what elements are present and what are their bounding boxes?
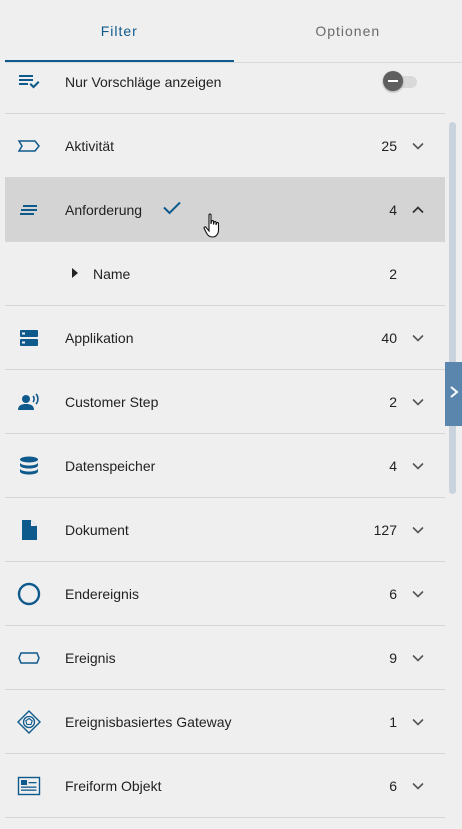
list-item-ereignis[interactable]: Ereignis 9 [5,626,445,690]
caret-right-icon[interactable] [71,265,79,283]
list-item-customer-step[interactable]: Customer Step 2 [5,370,445,434]
list-item-label: Dokument [65,521,129,538]
list-item-count: 25 [381,137,397,154]
list-item-applikation[interactable]: Applikation 40 [5,306,445,370]
scrollbar[interactable] [449,122,456,494]
database-icon [17,454,41,478]
list-item-ereignisbasiertes-gateway[interactable]: Ereignisbasiertes Gateway 1 [5,690,445,754]
list-item-count: 9 [389,649,397,666]
freeform-object-icon [17,774,41,798]
suggestions-toggle-label: Nur Vorschläge anzeigen [65,73,222,90]
chevron-down-icon[interactable] [411,715,425,729]
panel-collapse-handle[interactable] [445,362,462,426]
chevron-down-icon[interactable] [411,139,425,153]
list-item-label: Aktivität [65,137,115,154]
list-item-count: 4 [389,457,397,474]
list-item-count: 6 [389,777,397,794]
list-item-count: 2 [389,393,397,410]
activity-shape-icon [17,134,41,158]
chevron-down-icon[interactable] [411,651,425,665]
chevron-down-icon[interactable] [411,331,425,345]
list-item-label: Endereignis [65,585,139,602]
sub-item-count: 2 [389,265,397,282]
chevron-down-icon[interactable] [411,779,425,793]
chevron-down-icon[interactable] [411,523,425,537]
suggestions-toggle-row[interactable]: Nur Vorschläge anzeigen [5,50,445,114]
list-item-freiform-objekt[interactable]: Freiform Objekt 6 [5,754,445,818]
application-server-icon [17,326,41,350]
list-item-dokument[interactable]: Dokument 127 [5,498,445,562]
sub-item-label: Name [93,265,131,282]
list-item-count: 4 [389,201,397,218]
list-item-label: Customer Step [65,393,159,410]
list-item-aktivitaet[interactable]: Aktivität 25 [5,114,445,178]
list-item-label: Ereignisbasiertes Gateway [65,713,232,730]
list-item-count: 127 [373,521,397,538]
document-icon [17,518,41,542]
list-item-count: 6 [389,585,397,602]
list-item-anforderung[interactable]: Anforderung 4 [5,178,445,242]
list-item-label: Freiform Objekt [65,777,162,794]
list-item-label: Ereignis [65,649,116,666]
chevron-down-icon[interactable] [411,395,425,409]
event-shape-icon [17,646,41,670]
list-item-label: Anforderung [65,201,143,218]
end-event-circle-icon [17,582,41,606]
list-item-label: Datenspeicher [65,457,156,474]
list-item-count: 1 [389,713,397,730]
hand-cursor-icon [203,213,223,244]
suggestions-switch[interactable] [383,70,419,91]
chevron-down-icon[interactable] [411,587,425,601]
filter-list-check-icon [17,70,41,94]
chevron-right-icon [449,385,459,404]
list-item-endereignis[interactable]: Endereignis 6 [5,562,445,626]
list-item-count: 40 [381,329,397,346]
sub-item-name[interactable]: Name 2 [5,242,445,306]
list-item-label: Applikation [65,329,134,346]
lines-icon [17,198,41,222]
chevron-down-icon[interactable] [411,459,425,473]
event-gateway-icon [17,709,41,734]
chevron-up-icon[interactable] [411,203,425,217]
checkmark-icon [161,196,183,223]
speaking-person-icon [17,390,41,414]
list-item-datenspeicher[interactable]: Datenspeicher 4 [5,434,445,498]
